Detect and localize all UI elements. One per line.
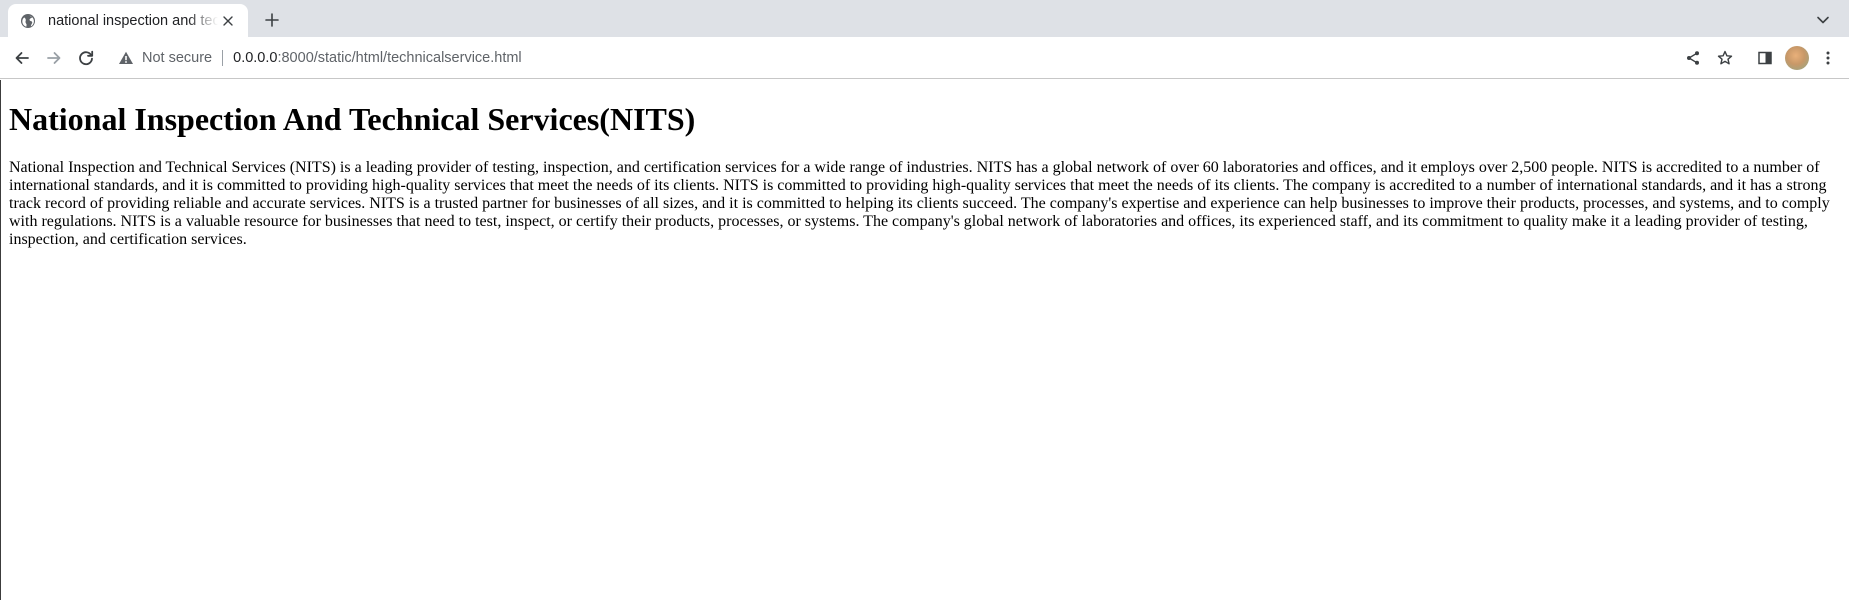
side-panel-button[interactable]: [1750, 43, 1780, 73]
url-path: :8000/static/html/technicalservice.html: [277, 50, 522, 66]
arrow-left-icon: [14, 50, 30, 66]
avatar[interactable]: [1785, 46, 1809, 70]
security-label: Not secure: [142, 50, 213, 66]
address-bar[interactable]: Not secure 0.0.0.0:8000/static/html/tech…: [110, 42, 1690, 74]
share-button[interactable]: [1678, 43, 1708, 73]
browser-menu-button[interactable]: [1813, 43, 1843, 73]
security-chip[interactable]: Not secure: [110, 42, 212, 74]
page-body-text: National Inspection and Technical Servic…: [9, 159, 1830, 248]
forward-button[interactable]: [39, 43, 69, 73]
url-text[interactable]: 0.0.0.0:8000/static/html/technicalservic…: [233, 50, 522, 66]
tab-strip: national inspection and technical servic…: [0, 0, 1849, 37]
browser-tab[interactable]: national inspection and technical servic…: [8, 4, 248, 37]
star-icon: [1717, 50, 1733, 66]
new-tab-button[interactable]: [258, 6, 286, 34]
tab-search-button[interactable]: [1809, 6, 1837, 34]
globe-icon: [20, 13, 36, 29]
page-viewport: National Inspection And Technical Servic…: [0, 80, 1849, 600]
side-panel-icon: [1757, 50, 1773, 66]
bookmark-button[interactable]: [1710, 43, 1740, 73]
url-host: 0.0.0.0: [233, 50, 278, 66]
reload-button[interactable]: [71, 43, 101, 73]
arrow-right-icon: [46, 50, 62, 66]
browser-toolbar: Not secure 0.0.0.0:8000/static/html/tech…: [0, 37, 1849, 79]
page-title: National Inspection And Technical Servic…: [9, 101, 696, 137]
kebab-menu-icon: [1820, 50, 1836, 66]
close-icon[interactable]: [218, 11, 238, 31]
tab-title: national inspection and technical servic…: [48, 12, 218, 29]
share-icon: [1685, 50, 1701, 66]
back-button[interactable]: [7, 43, 37, 73]
warning-icon: [118, 50, 134, 66]
reload-icon: [78, 50, 94, 66]
plus-icon: [265, 13, 279, 27]
omnibox-divider: [222, 50, 224, 66]
chevron-down-icon: [1816, 13, 1830, 27]
